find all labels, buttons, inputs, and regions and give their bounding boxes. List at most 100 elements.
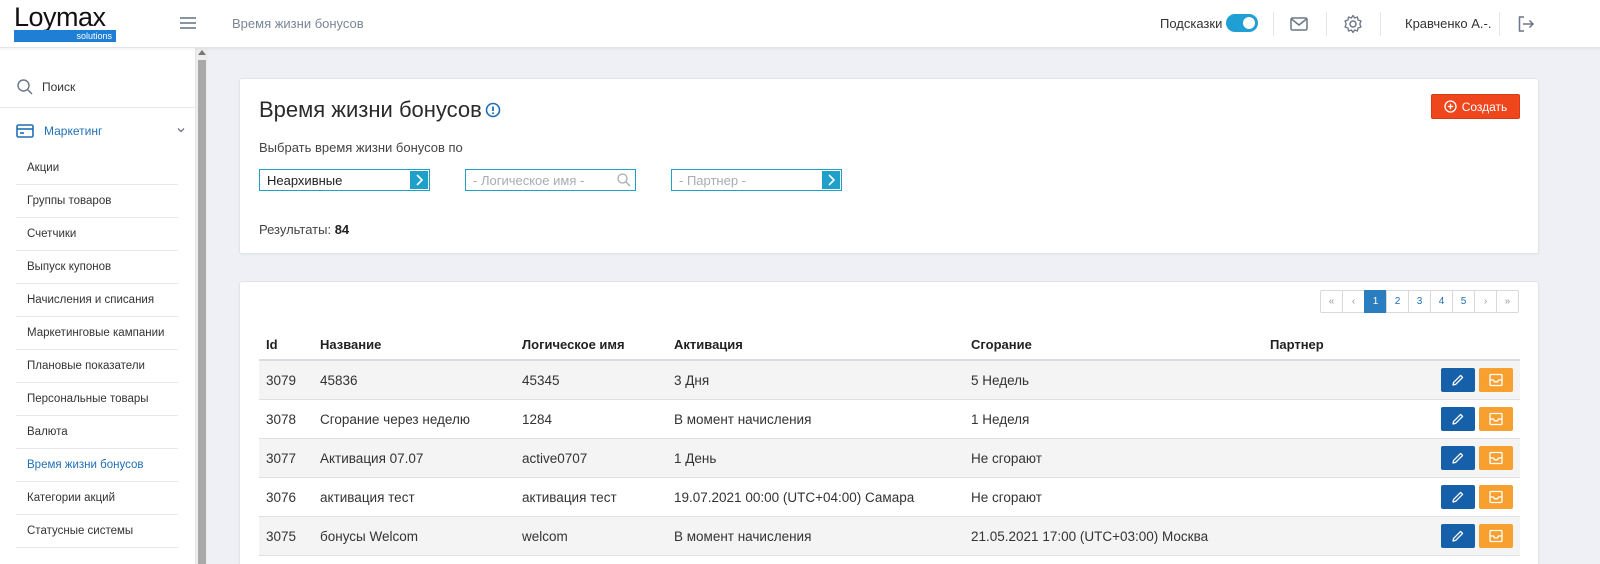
cell-burn: 5 Недель [971,373,1030,388]
logical-name-search[interactable]: - Логическое имя - [465,169,636,191]
edit-button[interactable] [1441,446,1475,470]
pagination-first[interactable]: « [1320,290,1343,313]
results-panel: «‹ 1 2 3 4 5 ›» Id Название Логическое имя Акт… [239,281,1539,564]
scrollbar-thumb[interactable] [198,60,206,564]
pagination-next[interactable]: › [1474,290,1497,313]
results-count: Результаты: 84 [259,222,349,237]
column-header-name[interactable]: Название [320,337,381,352]
cell-activation: 19.07.2021 00:00 (UTC+04:00) Самара [674,490,915,505]
breadcrumb: Время жизни бонусов [232,16,364,31]
sidebar-item[interactable]: Время жизни бонусов [16,449,178,482]
gear-icon[interactable] [1342,13,1364,35]
cell-burn: Не сгорают [971,490,1042,505]
cell-name: 45836 [320,373,358,388]
user-name[interactable]: Кравченко А.-. [1405,16,1491,31]
column-header-id[interactable]: Id [266,337,278,352]
sidebar-scrollbar[interactable] [196,48,208,564]
edit-button[interactable] [1441,368,1475,392]
sidebar-item[interactable]: Категории акций [16,482,178,515]
pagination-page[interactable]: 5 [1452,290,1475,313]
sidebar-item[interactable]: Статусные системы [16,515,178,548]
pencil-icon [1452,491,1464,503]
cell-activation: 1 День [674,451,717,466]
archive-icon [1489,490,1503,504]
sidebar-item[interactable]: Выпуск купонов [16,251,178,284]
sidebar-item[interactable]: Начисления и списания [16,284,178,317]
archive-button[interactable] [1479,368,1513,392]
partner-select[interactable]: - Партнер - [671,169,842,191]
hints-label: Подсказки [1160,16,1223,31]
cell-id: 3078 [266,412,297,427]
archive-button[interactable] [1479,446,1513,470]
filter-caption: Выбрать время жизни бонусов по [259,140,463,155]
sidebar-item[interactable]: Группы товаров [16,185,178,218]
edit-button[interactable] [1441,524,1475,548]
cell-burn: 1 Неделя [971,412,1030,427]
column-header-partner[interactable]: Партнер [1270,337,1324,352]
sidebar: Поиск Маркетинг Акции Группы товаров Счетч… [0,48,196,564]
sidebar-menu: Акции Группы товаров Счетчики Выпуск купоно… [0,152,196,548]
archive-button[interactable] [1479,407,1513,431]
pagination-page[interactable]: 2 [1386,290,1409,313]
hints-toggle[interactable] [1226,14,1258,32]
archive-icon [1489,412,1503,426]
cell-id: 3077 [266,451,297,466]
logo-text: Loymax [14,2,106,32]
logical-name-placeholder: - Логическое имя - [473,173,585,188]
pagination: «‹ 1 2 3 4 5 ›» [1320,290,1519,313]
column-header-logical-name[interactable]: Логическое имя [522,337,625,352]
cell-name: Сгорание через неделю [320,412,470,427]
pencil-icon [1452,413,1464,425]
logout-icon[interactable] [1515,13,1537,35]
sidebar-item[interactable]: Плановые показатели [16,350,178,383]
archive-icon [1489,373,1503,387]
pagination-page[interactable]: 1 [1364,290,1387,313]
edit-button[interactable] [1441,485,1475,509]
sidebar-item[interactable]: Акции [16,152,178,185]
sidebar-section-marketing[interactable]: Маркетинг [0,114,196,148]
filter-panel: Время жизни бонусов Создать Выбрать врем… [239,78,1539,254]
results-value: 84 [334,222,350,237]
sidebar-item[interactable]: Счетчики [16,218,178,251]
edit-button[interactable] [1441,407,1475,431]
archive-button[interactable] [1479,485,1513,509]
cell-activation: 3 Дня [674,373,710,388]
scroll-up-arrow[interactable] [198,50,206,55]
column-header-activation[interactable]: Активация [674,337,743,352]
pagination-page[interactable]: 4 [1430,290,1453,313]
pagination-page[interactable]: 3 [1408,290,1431,313]
table-row: 3077 Активация 07.07 active0707 1 День Не сг… [259,439,1520,478]
page-title: Время жизни бонусов [259,97,482,122]
sidebar-item[interactable]: Персональные товары [16,383,178,416]
plus-circle-icon [1444,100,1457,113]
chevron-right-icon[interactable] [410,171,428,189]
hamburger-icon[interactable] [180,15,198,31]
cell-activation: В момент начисления [674,529,812,544]
pencil-icon [1452,374,1464,386]
card-icon [16,124,34,138]
sidebar-item[interactable]: Валюта [16,416,178,449]
info-icon[interactable] [485,102,501,118]
chevron-down-icon [177,128,185,133]
table-header: Id Название Логическое имя Активация Сго… [259,328,1520,361]
cell-id: 3079 [266,373,297,388]
pagination-last[interactable]: » [1496,290,1519,313]
cell-logical-name: 45345 [522,373,560,388]
cell-name: Активация 07.07 [320,451,424,466]
sidebar-search[interactable]: Поиск [0,66,196,108]
search-icon[interactable] [616,172,632,188]
create-button[interactable]: Создать [1431,94,1520,119]
table-row: 3076 активация тест активация тест 19.07.20… [259,478,1520,517]
chevron-right-icon[interactable] [822,171,840,189]
top-header: Loymax solutions Время жизни бонусов Под… [0,0,1600,48]
mail-icon[interactable] [1288,13,1310,35]
archive-select[interactable]: Неархивные [259,169,430,191]
cell-id: 3076 [266,490,297,505]
column-header-burn[interactable]: Сгорание [971,337,1032,352]
header-divider [1326,12,1327,36]
loymax-logo[interactable]: Loymax solutions [14,2,116,43]
sidebar-item[interactable]: Маркетинговые кампании [16,317,178,350]
cell-burn: Не сгорают [971,451,1042,466]
pagination-prev[interactable]: ‹ [1342,290,1365,313]
archive-button[interactable] [1479,524,1513,548]
